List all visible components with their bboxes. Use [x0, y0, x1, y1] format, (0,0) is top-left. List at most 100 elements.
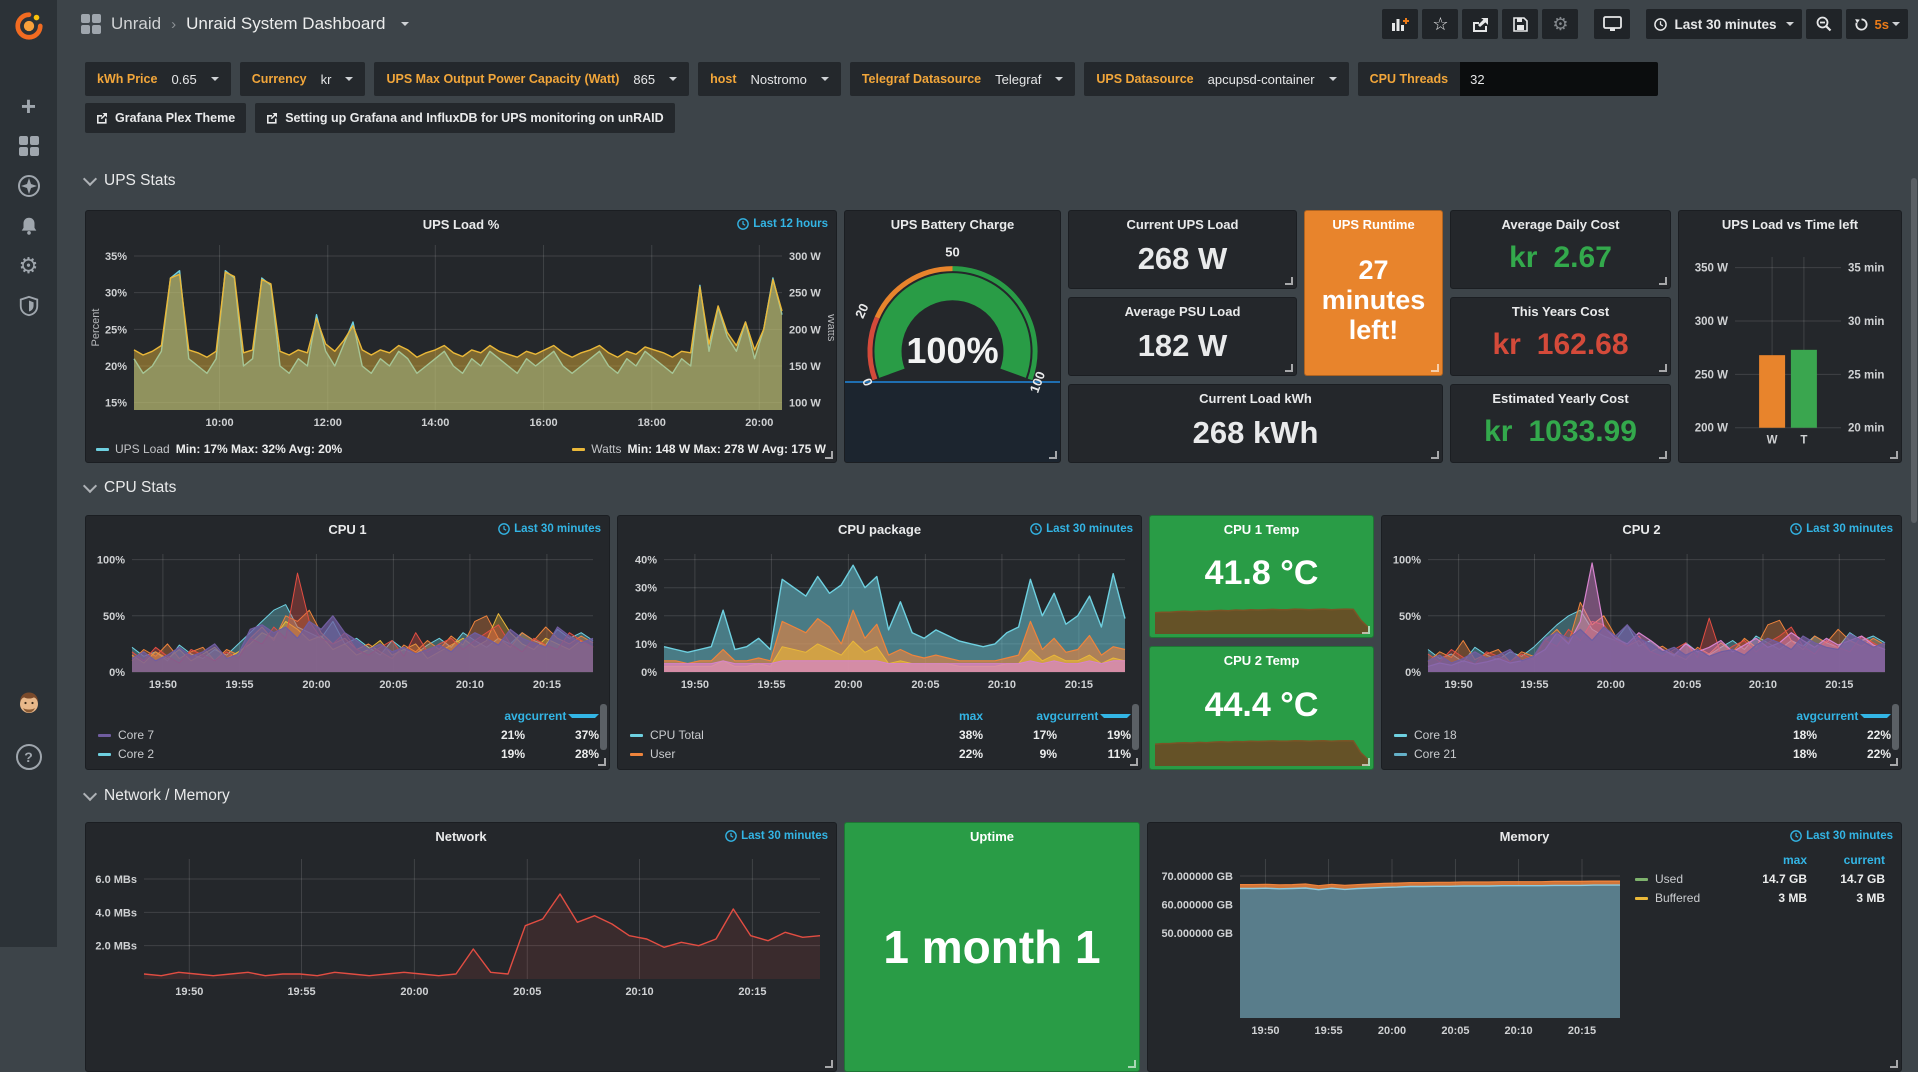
- page-scrollbar[interactable]: [1911, 178, 1917, 523]
- breadcrumb[interactable]: Unraid › Unraid System Dashboard: [81, 14, 409, 34]
- memory-chart[interactable]: 19:5019:5520:0020:0520:1020:1550.000000 …: [1150, 851, 1630, 1041]
- panel-ups-runtime[interactable]: UPS Runtime 27 minutes left!: [1304, 210, 1443, 376]
- legend-row: Core 7 21%37%: [98, 728, 599, 742]
- save-button[interactable]: [1502, 9, 1538, 39]
- variable-ups-max-power[interactable]: UPS Max Output Power Capacity (Watt) 865: [374, 62, 689, 96]
- panel-current-load-kwh[interactable]: Current Load kWh 268 kWh: [1068, 384, 1443, 463]
- configuration-gear-icon[interactable]: ⚙: [0, 246, 57, 286]
- panel-cpu2[interactable]: CPU 2 Last 30 minutes 19:5019:5520:0020:…: [1381, 515, 1902, 770]
- section-network-memory[interactable]: Network / Memory: [85, 787, 230, 805]
- refresh-interval-label[interactable]: 5s: [1875, 17, 1889, 32]
- template-variables-row: kWh Price 0.65 Currency kr UPS Max Outpu…: [85, 62, 1658, 96]
- panel-title[interactable]: Average PSU Load: [1069, 304, 1296, 319]
- panel-title[interactable]: Estimated Yearly Cost: [1451, 391, 1670, 406]
- breadcrumb-folder[interactable]: Unraid: [111, 14, 161, 34]
- variable-host[interactable]: host Nostromo: [698, 62, 841, 96]
- variable-ups-datasource[interactable]: UPS Datasource apcupsd-container: [1084, 62, 1348, 96]
- panel-title[interactable]: Network: [86, 829, 836, 844]
- panel-memory[interactable]: Memory Last 30 minutes 19:5019:5520:0020…: [1147, 822, 1902, 1072]
- dashboard-title[interactable]: Unraid System Dashboard: [186, 14, 385, 34]
- user-avatar[interactable]: [0, 683, 57, 723]
- cpu1-chart[interactable]: 19:5019:5520:0020:0520:1020:150%50%100%: [88, 544, 607, 694]
- svg-text:20:10: 20:10: [456, 679, 484, 691]
- legend-row: Core 2 19%28%: [98, 747, 599, 761]
- panel-title[interactable]: UPS Load %: [86, 217, 836, 232]
- panel-title[interactable]: Uptime: [845, 829, 1139, 844]
- panel-ups-load[interactable]: UPS Load % Last 12 hours 10:0012:0014:00…: [85, 210, 837, 463]
- variable-telegraf-datasource[interactable]: Telegraf Datasource Telegraf: [850, 62, 1076, 96]
- legend-scrollbar[interactable]: [1892, 704, 1899, 750]
- svg-text:250 W: 250 W: [789, 288, 821, 300]
- panel-estimated-yearly-cost[interactable]: Estimated Yearly Cost kr1033.99: [1450, 384, 1671, 463]
- dashboards-icon[interactable]: [0, 126, 57, 166]
- cpu-threads-input[interactable]: [1460, 62, 1658, 96]
- panel-cpu-package[interactable]: CPU package Last 30 minutes 19:5019:5520…: [617, 515, 1142, 770]
- link-ups-monitoring-guide[interactable]: Setting up Grafana and InfluxDB for UPS …: [255, 103, 674, 133]
- svg-text:50: 50: [945, 244, 959, 259]
- panel-current-ups-load[interactable]: Current UPS Load 268 W: [1068, 210, 1297, 289]
- explore-compass-icon[interactable]: [0, 166, 57, 206]
- time-override[interactable]: Last 30 minutes: [1790, 830, 1893, 842]
- section-ups-stats[interactable]: UPS Stats: [85, 172, 176, 190]
- time-override[interactable]: Last 30 minutes: [725, 830, 828, 842]
- panel-title[interactable]: Current UPS Load: [1069, 217, 1296, 232]
- legend-scrollbar[interactable]: [600, 704, 607, 750]
- panel-title[interactable]: Average Daily Cost: [1451, 217, 1670, 232]
- panel-network[interactable]: Network Last 30 minutes 19:5019:5520:002…: [85, 822, 837, 1072]
- sort-caret-icon[interactable]: [1100, 714, 1131, 718]
- memory-legend: maxcurrent Used 14.7 GB14.7 GB Buffered …: [1635, 853, 1885, 905]
- variable-kwh-price[interactable]: kWh Price 0.65: [85, 62, 231, 96]
- panel-title[interactable]: This Years Cost: [1451, 304, 1670, 319]
- link-grafana-plex-theme[interactable]: Grafana Plex Theme: [85, 103, 246, 133]
- chevron-down-icon: [83, 787, 97, 801]
- panel-average-daily-cost[interactable]: Average Daily Cost kr2.67: [1450, 210, 1671, 289]
- help-icon[interactable]: ?: [0, 737, 57, 777]
- panel-ups-load-vs-time[interactable]: UPS Load vs Time left 200 W20 min250 W25…: [1678, 210, 1902, 463]
- panel-cpu1[interactable]: CPU 1 Last 30 minutes 19:5019:5520:0020:…: [85, 515, 610, 770]
- panel-ups-battery[interactable]: UPS Battery Charge 02050100100%: [844, 210, 1061, 463]
- server-admin-shield-icon[interactable]: [0, 286, 57, 326]
- grafana-logo-icon[interactable]: [0, 6, 57, 46]
- alerting-bell-icon[interactable]: [0, 206, 57, 246]
- network-chart[interactable]: 19:5019:5520:0020:0520:1020:152.0 MBs4.0…: [88, 851, 834, 1001]
- panel-title[interactable]: CPU 1 Temp: [1150, 522, 1373, 537]
- panel-title[interactable]: Current Load kWh: [1069, 391, 1442, 406]
- title-caret-icon[interactable]: [401, 22, 409, 26]
- cpu-package-chart[interactable]: 19:5019:5520:0020:0520:1020:150%10%20%30…: [620, 544, 1139, 694]
- tv-cycle-button[interactable]: [1594, 9, 1630, 39]
- panel-title[interactable]: UPS Load vs Time left: [1679, 217, 1901, 232]
- star-button[interactable]: ☆: [1422, 9, 1458, 39]
- panel-title[interactable]: Memory: [1148, 829, 1901, 844]
- clock-icon: [1790, 830, 1802, 842]
- svg-text:0%: 0%: [1405, 667, 1421, 679]
- time-override[interactable]: Last 30 minutes: [1030, 523, 1133, 535]
- variable-currency[interactable]: Currency kr: [240, 62, 366, 96]
- time-override[interactable]: Last 30 minutes: [1790, 523, 1893, 535]
- svg-text:25 min: 25 min: [1848, 369, 1884, 381]
- sort-caret-icon[interactable]: [568, 714, 599, 718]
- time-override[interactable]: Last 30 minutes: [498, 523, 601, 535]
- caret-down-icon: [1329, 77, 1337, 81]
- sort-caret-icon[interactable]: [1860, 714, 1891, 718]
- legend-scrollbar[interactable]: [1132, 704, 1139, 750]
- panel-cpu2-temp[interactable]: CPU 2 Temp 44.4 °C: [1149, 646, 1374, 770]
- refresh-button[interactable]: 5s: [1846, 9, 1908, 39]
- panel-this-years-cost[interactable]: This Years Cost kr162.68: [1450, 297, 1671, 376]
- panel-uptime[interactable]: Uptime 1 month 1: [844, 822, 1140, 1072]
- zoom-out-button[interactable]: [1806, 9, 1842, 39]
- share-button[interactable]: [1462, 9, 1498, 39]
- cpu2-chart[interactable]: 19:5019:5520:0020:0520:1020:150%50%100%: [1384, 544, 1899, 694]
- ups-load-chart[interactable]: 10:0012:0014:0016:0018:0020:0015%100 W20…: [88, 239, 834, 432]
- panel-average-psu-load[interactable]: Average PSU Load 182 W: [1068, 297, 1297, 376]
- panel-title[interactable]: CPU 2 Temp: [1150, 653, 1373, 668]
- time-range-picker[interactable]: Last 30 minutes: [1646, 9, 1801, 39]
- panel-title[interactable]: UPS Battery Charge: [845, 217, 1060, 232]
- panel-cpu1-temp[interactable]: CPU 1 Temp 41.8 °C: [1149, 515, 1374, 638]
- settings-gear-button[interactable]: ⚙: [1542, 9, 1578, 39]
- add-panel-button[interactable]: [1382, 9, 1418, 39]
- section-cpu-stats[interactable]: CPU Stats: [85, 479, 176, 497]
- panel-title[interactable]: UPS Runtime: [1305, 217, 1442, 232]
- refresh-caret-icon[interactable]: [1892, 22, 1900, 26]
- time-override[interactable]: Last 12 hours: [737, 218, 828, 230]
- create-plus-icon[interactable]: +: [0, 86, 57, 126]
